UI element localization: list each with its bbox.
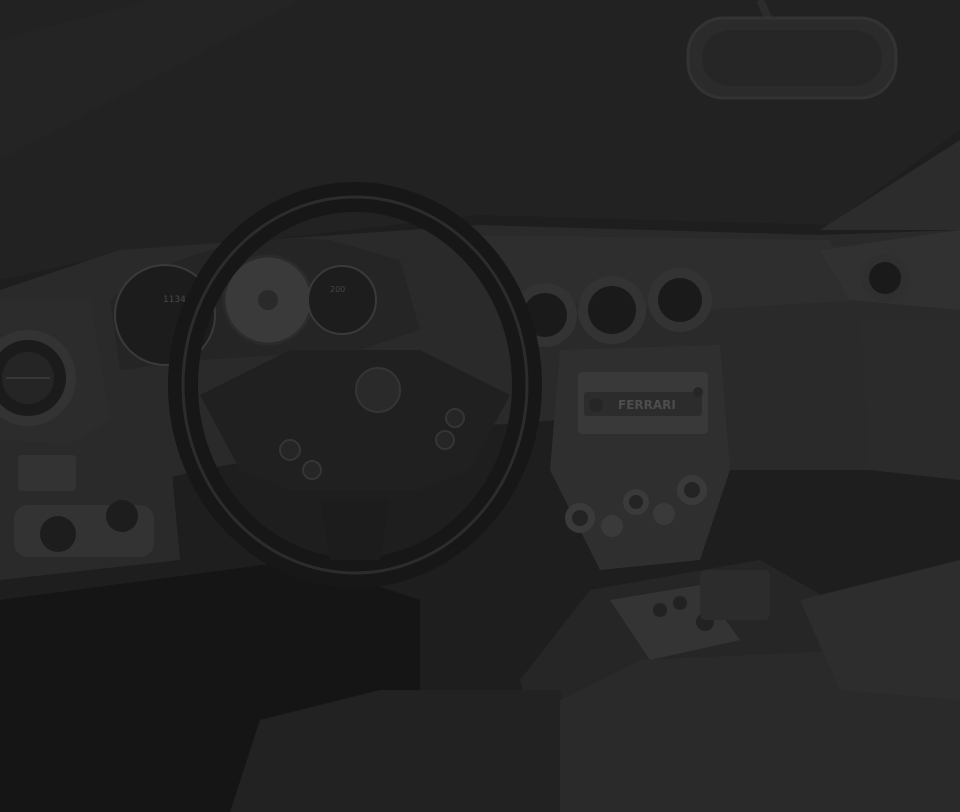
car-interior-illustration: 1134 200 FERRARI [0, 0, 960, 812]
left-lower-controls [0, 440, 180, 580]
speedometer [307, 265, 377, 335]
left-gauge-readout: 1134 [163, 295, 186, 305]
radio-unit: FERRARI [578, 372, 708, 434]
speed-readout: 200 [330, 285, 345, 294]
car-interior-photo: 1134 200 FERRARI [0, 0, 960, 812]
passenger-dash [860, 320, 960, 480]
radio-brand: FERRARI [618, 398, 676, 412]
horse-logo-icon [355, 367, 401, 413]
